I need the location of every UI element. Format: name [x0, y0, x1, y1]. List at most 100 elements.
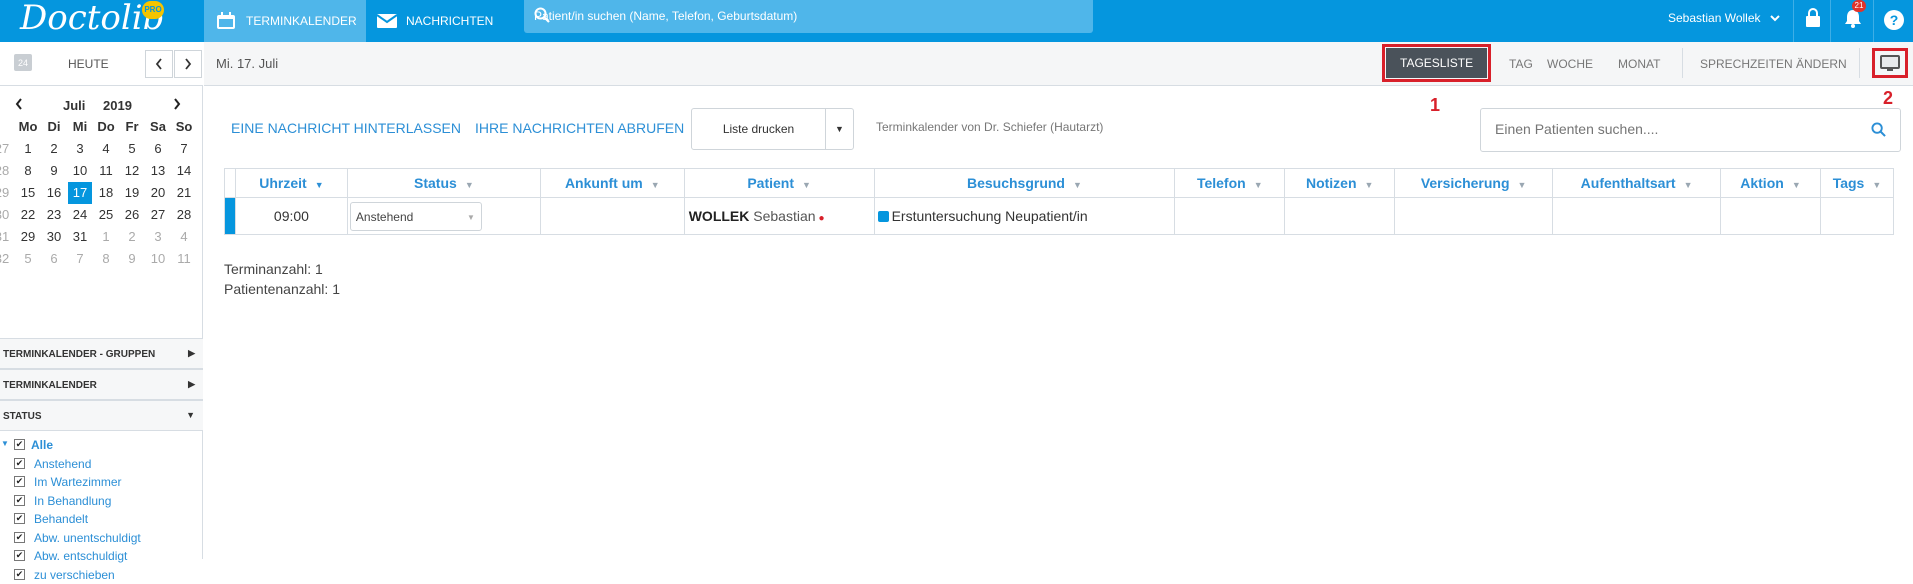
- calendar-day[interactable]: 5: [120, 141, 144, 156]
- patient-first-name[interactable]: Sebastian: [753, 208, 815, 224]
- calendar-day[interactable]: 7: [68, 251, 92, 266]
- monitor-view-button[interactable]: [1872, 48, 1908, 78]
- column-header[interactable]: Ankunft um▼: [540, 169, 684, 198]
- today-calendar-icon[interactable]: 24: [14, 54, 32, 71]
- print-options-dropdown[interactable]: ▼: [825, 108, 854, 150]
- checkbox-all[interactable]: ✔: [14, 439, 25, 450]
- view-tag-button[interactable]: TAG: [1509, 42, 1533, 86]
- calendar-day[interactable]: 13: [146, 163, 170, 178]
- calendar-day[interactable]: 16: [42, 185, 66, 200]
- column-header[interactable]: Status▼: [347, 169, 540, 198]
- calendar-day[interactable]: 25: [94, 207, 118, 222]
- section-calendars[interactable]: TERMINKALENDER ▶: [0, 369, 203, 400]
- calendar-day[interactable]: 5: [16, 251, 40, 266]
- view-tagesliste-button[interactable]: TAGESLISTE: [1386, 48, 1487, 78]
- calendar-day[interactable]: 10: [68, 163, 92, 178]
- change-hours-button[interactable]: SPRECHZEITEN ÄNDERN: [1700, 42, 1847, 86]
- calendar-day[interactable]: 30: [42, 229, 66, 244]
- cell-patient[interactable]: WOLLEK Sebastian●: [684, 198, 874, 235]
- calendar-day[interactable]: 31: [68, 229, 92, 244]
- search-icon[interactable]: [1871, 122, 1886, 142]
- column-header[interactable]: Aktion▼: [1721, 169, 1821, 198]
- leave-message-link[interactable]: EINE NACHRICHT HINTERLASSEN: [231, 120, 461, 136]
- lock-icon[interactable]: [1804, 7, 1822, 34]
- next-day-button[interactable]: [174, 50, 202, 78]
- calendar-day[interactable]: 3: [68, 141, 92, 156]
- checkbox[interactable]: ✔: [14, 532, 25, 543]
- status-select[interactable]: Anstehend▼: [350, 202, 482, 231]
- calendar-day[interactable]: 20: [146, 185, 170, 200]
- calendar-day[interactable]: 29: [16, 229, 40, 244]
- checkbox[interactable]: ✔: [14, 495, 25, 506]
- status-filter-item[interactable]: ✔Behandelt: [0, 510, 203, 529]
- status-filter-item[interactable]: ✔Abw. entschuldigt: [0, 547, 203, 566]
- calendar-day[interactable]: 12: [120, 163, 144, 178]
- calendar-day[interactable]: 9: [120, 251, 144, 266]
- tab-terminkalender[interactable]: TERMINKALENDER: [204, 0, 366, 42]
- column-header[interactable]: Patient▼: [684, 169, 874, 198]
- view-woche-button[interactable]: WOCHE: [1547, 42, 1593, 86]
- calendar-day[interactable]: 15: [16, 185, 40, 200]
- status-filter-item[interactable]: ✔In Behandlung: [0, 492, 203, 511]
- calendar-day[interactable]: 1: [16, 141, 40, 156]
- calendar-day[interactable]: 4: [94, 141, 118, 156]
- help-icon[interactable]: ?: [1883, 9, 1905, 36]
- print-list-button[interactable]: Liste drucken: [691, 108, 826, 150]
- patient-last-name[interactable]: WOLLEK: [689, 208, 750, 224]
- status-filter-item[interactable]: ✔zu verschieben: [0, 566, 203, 584]
- calendar-day[interactable]: 2: [120, 229, 144, 244]
- calendar-day[interactable]: 8: [16, 163, 40, 178]
- calendar-day[interactable]: 6: [146, 141, 170, 156]
- calendar-day[interactable]: 11: [172, 251, 196, 266]
- column-header[interactable]: Tags▼: [1820, 169, 1893, 198]
- calendar-day[interactable]: 27: [146, 207, 170, 222]
- checkbox[interactable]: ✔: [14, 458, 25, 469]
- column-header[interactable]: Aufenthaltsart▼: [1553, 169, 1721, 198]
- calendar-day[interactable]: 7: [172, 141, 196, 156]
- calendar-day[interactable]: 1: [94, 229, 118, 244]
- column-header[interactable]: Uhrzeit▼: [235, 169, 347, 198]
- column-header[interactable]: Besuchsgrund▼: [874, 169, 1175, 198]
- checkbox[interactable]: ✔: [14, 569, 25, 580]
- fetch-messages-link[interactable]: IHRE NACHRICHTEN ABRUFEN: [475, 120, 684, 136]
- prev-month-icon[interactable]: [15, 97, 23, 113]
- calendar-day[interactable]: 22: [16, 207, 40, 222]
- status-filter-item[interactable]: ✔Anstehend: [0, 455, 203, 474]
- calendar-day[interactable]: 26: [120, 207, 144, 222]
- calendar-day[interactable]: 9: [42, 163, 66, 178]
- calendar-day[interactable]: 24: [68, 207, 92, 222]
- status-filter-item[interactable]: ✔Im Wartezimmer: [0, 473, 203, 492]
- search-icon[interactable]: [534, 7, 1085, 26]
- calendar-day[interactable]: 14: [172, 163, 196, 178]
- status-filter-all[interactable]: ▼ ✔ Alle: [0, 436, 203, 455]
- calendar-day[interactable]: 3: [146, 229, 170, 244]
- patient-search-bar[interactable]: Patient/in suchen (Name, Telefon, Geburt…: [524, 0, 1093, 33]
- calendar-day[interactable]: 4: [172, 229, 196, 244]
- calendar-day[interactable]: 21: [172, 185, 196, 200]
- calendar-day[interactable]: 8: [94, 251, 118, 266]
- calendar-day[interactable]: 23: [42, 207, 66, 222]
- checkbox[interactable]: ✔: [14, 550, 25, 561]
- user-menu[interactable]: Sebastian Wollek: [1668, 11, 1780, 25]
- prev-day-button[interactable]: [145, 50, 173, 78]
- checkbox[interactable]: ✔: [14, 476, 25, 487]
- column-header[interactable]: Notizen▼: [1285, 169, 1395, 198]
- section-status[interactable]: STATUS ▼: [0, 400, 203, 431]
- calendar-day[interactable]: 19: [120, 185, 144, 200]
- table-row[interactable]: 09:00Anstehend▼WOLLEK Sebastian●Erstunte…: [225, 198, 1894, 235]
- calendar-day[interactable]: 18: [94, 185, 118, 200]
- calendar-day[interactable]: 17: [68, 182, 92, 204]
- calendar-day[interactable]: 11: [94, 163, 118, 178]
- view-monat-button[interactable]: MONAT: [1618, 42, 1660, 86]
- calendar-day[interactable]: 28: [172, 207, 196, 222]
- calendar-day[interactable]: 6: [42, 251, 66, 266]
- patient-search-input[interactable]: [1495, 121, 1855, 137]
- today-button[interactable]: HEUTE: [68, 57, 109, 71]
- next-month-icon[interactable]: [173, 97, 181, 113]
- mini-calendar-year[interactable]: 2019: [103, 98, 132, 113]
- column-header[interactable]: Telefon▼: [1175, 169, 1285, 198]
- calendar-day[interactable]: 2: [42, 141, 66, 156]
- calendar-day[interactable]: 10: [146, 251, 170, 266]
- mini-calendar-month[interactable]: Juli: [63, 98, 85, 113]
- checkbox[interactable]: ✔: [14, 513, 25, 524]
